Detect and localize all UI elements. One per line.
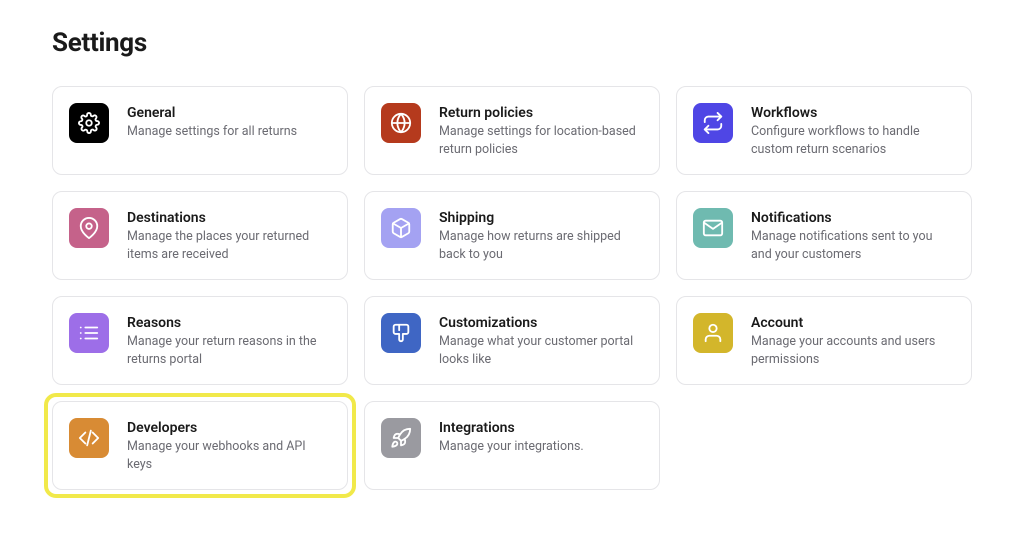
package-icon (381, 208, 421, 248)
card-reasons[interactable]: Reasons Manage your return reasons in th… (52, 296, 348, 385)
card-title: General (127, 105, 297, 121)
card-desc: Manage your return reasons in the return… (127, 333, 331, 368)
mail-icon (693, 208, 733, 248)
card-desc: Manage settings for all returns (127, 123, 297, 141)
card-desc: Manage the places your returned items ar… (127, 228, 331, 263)
card-title: Integrations (439, 420, 584, 436)
gear-icon (69, 103, 109, 143)
card-desc: Manage your accounts and users permissio… (751, 333, 955, 368)
card-title: Developers (127, 420, 331, 436)
highlight-developers: Developers Manage your webhooks and API … (44, 393, 356, 498)
card-workflows[interactable]: Workflows Configure workflows to handle … (676, 86, 972, 175)
paint-brush-icon (381, 313, 421, 353)
user-icon (693, 313, 733, 353)
card-desc: Manage notifications sent to you and you… (751, 228, 955, 263)
card-integrations[interactable]: Integrations Manage your integrations. (364, 401, 660, 490)
card-desc: Manage what your customer portal looks l… (439, 333, 643, 368)
card-desc: Manage your webhooks and API keys (127, 438, 331, 473)
card-title: Workflows (751, 105, 955, 121)
card-title: Shipping (439, 210, 643, 226)
rocket-icon (381, 418, 421, 458)
card-notifications[interactable]: Notifications Manage notifications sent … (676, 191, 972, 280)
page-title: Settings (52, 28, 972, 58)
card-title: Return policies (439, 105, 643, 121)
settings-grid: General Manage settings for all returns … (52, 86, 972, 490)
card-destinations[interactable]: Destinations Manage the places your retu… (52, 191, 348, 280)
card-desc: Configure workflows to handle custom ret… (751, 123, 955, 158)
card-desc: Manage settings for location-based retur… (439, 123, 643, 158)
card-return-policies[interactable]: Return policies Manage settings for loca… (364, 86, 660, 175)
list-icon (69, 313, 109, 353)
map-pin-icon (69, 208, 109, 248)
card-title: Reasons (127, 315, 331, 331)
card-account[interactable]: Account Manage your accounts and users p… (676, 296, 972, 385)
card-title: Account (751, 315, 955, 331)
card-customizations[interactable]: Customizations Manage what your customer… (364, 296, 660, 385)
card-developers[interactable]: Developers Manage your webhooks and API … (52, 401, 348, 490)
card-title: Destinations (127, 210, 331, 226)
globe-icon (381, 103, 421, 143)
card-general[interactable]: General Manage settings for all returns (52, 86, 348, 175)
card-shipping[interactable]: Shipping Manage how returns are shipped … (364, 191, 660, 280)
card-desc: Manage your integrations. (439, 438, 584, 456)
card-title: Notifications (751, 210, 955, 226)
code-icon (69, 418, 109, 458)
arrows-swap-icon (693, 103, 733, 143)
card-desc: Manage how returns are shipped back to y… (439, 228, 643, 263)
card-title: Customizations (439, 315, 643, 331)
